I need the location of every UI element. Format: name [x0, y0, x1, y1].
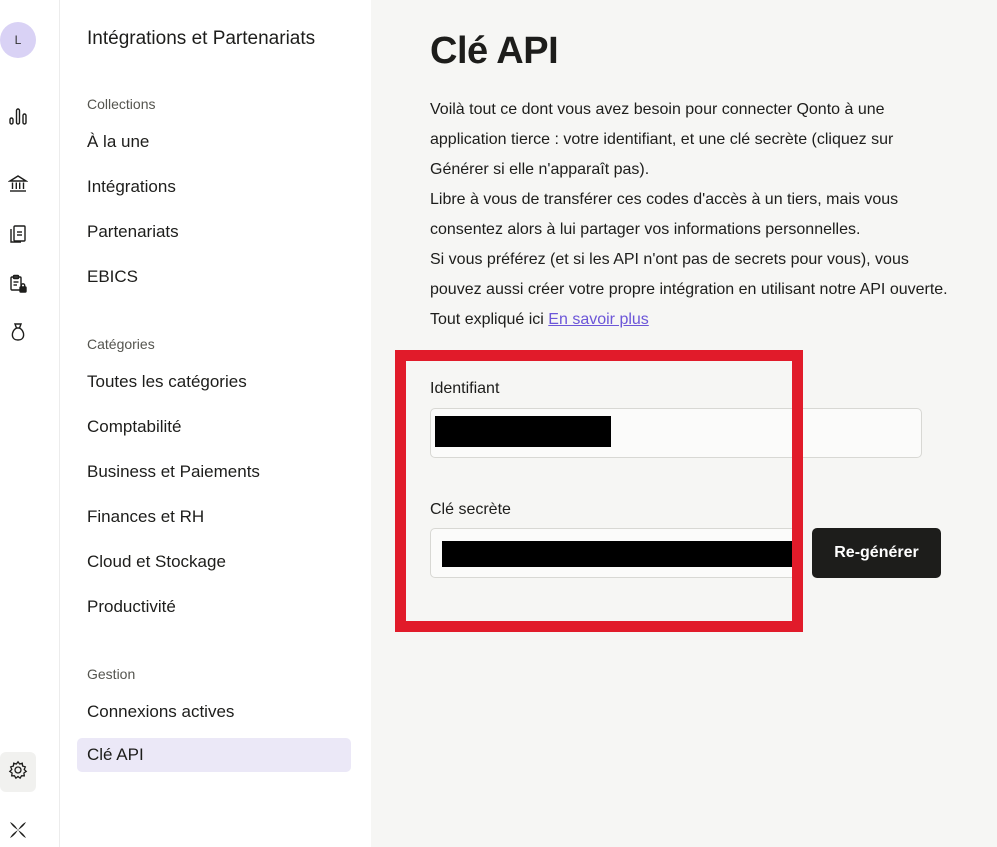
secret-key-field[interactable]	[430, 528, 798, 578]
bar-chart-icon[interactable]	[6, 104, 30, 128]
section-title-gestion: Gestion	[87, 666, 136, 682]
nav-item-a-la-une[interactable]: À la une	[77, 125, 351, 159]
nav-item-cloud-stockage[interactable]: Cloud et Stockage	[77, 545, 351, 579]
page-title: Clé API	[430, 30, 559, 72]
nav-item-business-paiements[interactable]: Business et Paiements	[77, 455, 351, 489]
learn-more-link[interactable]: En savoir plus	[548, 311, 649, 328]
identifier-redaction	[435, 416, 611, 447]
secret-key-redaction	[442, 541, 798, 567]
section-title-collections: Collections	[87, 96, 156, 112]
identifier-label: Identifiant	[430, 380, 500, 397]
qonto-logo-icon[interactable]	[6, 818, 30, 842]
avatar[interactable]: L	[0, 22, 36, 58]
nav-item-toutes-categories[interactable]: Toutes les catégories	[77, 365, 351, 399]
main-content: Clé API Voilà tout ce dont vous avez bes…	[371, 0, 997, 847]
desc-paragraph-3-text: Si vous préférez (et si les API n'ont pa…	[430, 251, 948, 328]
gear-icon	[8, 760, 28, 785]
nav-item-finances-rh[interactable]: Finances et RH	[77, 500, 351, 534]
nav-item-comptabilite[interactable]: Comptabilité	[77, 410, 351, 444]
section-title-categories: Catégories	[87, 336, 155, 352]
nav-item-ebics[interactable]: EBICS	[77, 260, 351, 294]
desc-paragraph-2: Libre à vous de transférer ces codes d'a…	[430, 191, 899, 238]
icon-rail: L	[0, 0, 60, 847]
settings-button[interactable]	[0, 752, 36, 792]
nav-item-cle-api[interactable]: Clé API	[77, 738, 351, 772]
nav-item-connexions-actives[interactable]: Connexions actives	[77, 695, 351, 729]
bank-icon[interactable]	[6, 172, 30, 196]
nav-item-productivite[interactable]: Productivité	[77, 590, 351, 624]
secret-key-label: Clé secrète	[430, 501, 511, 518]
documents-icon[interactable]	[6, 222, 30, 246]
nav-item-partenariats[interactable]: Partenariats	[77, 215, 351, 249]
integrations-nav: Intégrations et Partenariats Collections…	[60, 0, 371, 847]
desc-paragraph-1: Voilà tout ce dont vous avez besoin pour…	[430, 101, 894, 178]
regenerate-button[interactable]: Re-générer	[812, 528, 941, 578]
money-bag-icon[interactable]	[6, 320, 30, 344]
api-description: Voilà tout ce dont vous avez besoin pour…	[430, 95, 950, 335]
nav-heading: Intégrations et Partenariats	[87, 28, 316, 49]
desc-paragraph-3: Si vous préférez (et si les API n'ont pa…	[430, 245, 950, 335]
nav-item-integrations[interactable]: Intégrations	[77, 170, 351, 204]
identifier-field[interactable]	[430, 408, 922, 458]
locked-clipboard-icon[interactable]	[6, 272, 30, 296]
